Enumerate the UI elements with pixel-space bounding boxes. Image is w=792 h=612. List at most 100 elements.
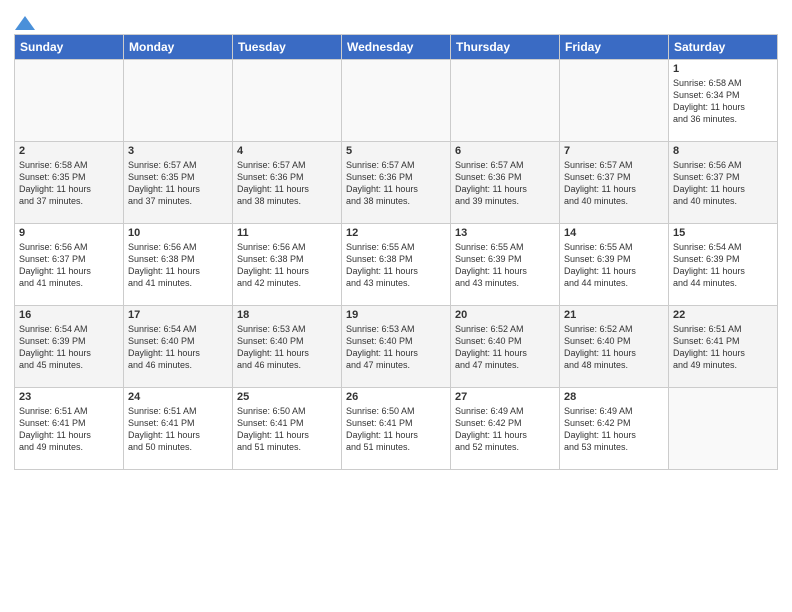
day-info: Sunrise: 6:56 AM Sunset: 6:38 PM Dayligh… [128, 241, 228, 290]
day-number: 25 [237, 391, 337, 403]
day-number: 26 [346, 391, 446, 403]
day-cell [451, 60, 560, 142]
week-row-1: 2Sunrise: 6:58 AM Sunset: 6:35 PM Daylig… [15, 142, 778, 224]
day-number: 22 [673, 309, 773, 321]
day-cell: 3 Sunrise: 6:57 AM Sunset: 6:35 PM Daylig… [124, 142, 233, 224]
day-cell: 4 Sunrise: 6:57 AM Sunset: 6:36 PM Daylig… [233, 142, 342, 224]
week-row-0: 1Sunrise: 6:58 AM Sunset: 6:34 PM Daylig… [15, 60, 778, 142]
day-cell [233, 60, 342, 142]
day-cell: 8Sunrise: 6:56 AM Sunset: 6:37 PM Daylig… [669, 142, 778, 224]
day-cell: 19 Sunrise: 6:53 AM Sunset: 6:40 PM Dayli… [342, 306, 451, 388]
weekday-monday: Monday [124, 35, 233, 60]
day-number: 7 [564, 145, 664, 157]
day-number: 6 [455, 145, 555, 157]
day-info: Sunrise: 6:57 AM Sunset: 6:35 PM Dayligh… [128, 159, 228, 208]
day-info: Sunrise: 6:49 AM Sunset: 6:42 PM Dayligh… [564, 405, 664, 454]
day-cell: 13 Sunrise: 6:55 AM Sunset: 6:39 PM Dayli… [451, 224, 560, 306]
day-info: Sunrise: 6:58 AM Sunset: 6:35 PM Dayligh… [19, 159, 119, 208]
day-cell: 15Sunrise: 6:54 AM Sunset: 6:39 PM Dayli… [669, 224, 778, 306]
day-cell: 14Sunrise: 6:55 AM Sunset: 6:39 PM Dayli… [560, 224, 669, 306]
day-number: 27 [455, 391, 555, 403]
day-number: 19 [346, 309, 446, 321]
day-cell: 17 Sunrise: 6:54 AM Sunset: 6:40 PM Dayli… [124, 306, 233, 388]
day-number: 9 [19, 227, 119, 239]
day-info: Sunrise: 6:55 AM Sunset: 6:39 PM Dayligh… [564, 241, 664, 290]
day-info: Sunrise: 6:56 AM Sunset: 6:37 PM Dayligh… [19, 241, 119, 290]
day-cell: 1Sunrise: 6:58 AM Sunset: 6:34 PM Daylig… [669, 60, 778, 142]
day-number: 3 [128, 145, 228, 157]
day-number: 12 [346, 227, 446, 239]
day-cell: 20 Sunrise: 6:52 AM Sunset: 6:40 PM Dayli… [451, 306, 560, 388]
day-info: Sunrise: 6:56 AM Sunset: 6:38 PM Dayligh… [237, 241, 337, 290]
day-number: 23 [19, 391, 119, 403]
weekday-sunday: Sunday [15, 35, 124, 60]
day-info: Sunrise: 6:50 AM Sunset: 6:41 PM Dayligh… [346, 405, 446, 454]
day-cell: 23 Sunrise: 6:51 AM Sunset: 6:41 PM Dayli… [15, 388, 124, 470]
day-info: Sunrise: 6:51 AM Sunset: 6:41 PM Dayligh… [128, 405, 228, 454]
day-info: Sunrise: 6:51 AM Sunset: 6:41 PM Dayligh… [673, 323, 773, 372]
day-cell: 24 Sunrise: 6:51 AM Sunset: 6:41 PM Dayli… [124, 388, 233, 470]
day-number: 16 [19, 309, 119, 321]
day-cell: 18 Sunrise: 6:53 AM Sunset: 6:40 PM Dayli… [233, 306, 342, 388]
day-number: 17 [128, 309, 228, 321]
day-cell [669, 388, 778, 470]
day-cell: 27 Sunrise: 6:49 AM Sunset: 6:42 PM Dayli… [451, 388, 560, 470]
day-cell: 22 Sunrise: 6:51 AM Sunset: 6:41 PM Dayli… [669, 306, 778, 388]
weekday-wednesday: Wednesday [342, 35, 451, 60]
logo [14, 14, 36, 28]
day-cell [560, 60, 669, 142]
week-row-2: 9 Sunrise: 6:56 AM Sunset: 6:37 PM Daylig… [15, 224, 778, 306]
day-info: Sunrise: 6:57 AM Sunset: 6:36 PM Dayligh… [346, 159, 446, 208]
day-number: 13 [455, 227, 555, 239]
day-cell: 26 Sunrise: 6:50 AM Sunset: 6:41 PM Dayli… [342, 388, 451, 470]
day-info: Sunrise: 6:53 AM Sunset: 6:40 PM Dayligh… [237, 323, 337, 372]
day-cell: 2Sunrise: 6:58 AM Sunset: 6:35 PM Daylig… [15, 142, 124, 224]
day-cell: 11 Sunrise: 6:56 AM Sunset: 6:38 PM Dayli… [233, 224, 342, 306]
day-number: 28 [564, 391, 664, 403]
day-number: 15 [673, 227, 773, 239]
day-number: 11 [237, 227, 337, 239]
weekday-thursday: Thursday [451, 35, 560, 60]
day-info: Sunrise: 6:53 AM Sunset: 6:40 PM Dayligh… [346, 323, 446, 372]
week-row-4: 23 Sunrise: 6:51 AM Sunset: 6:41 PM Dayli… [15, 388, 778, 470]
day-info: Sunrise: 6:55 AM Sunset: 6:39 PM Dayligh… [455, 241, 555, 290]
day-cell: 10 Sunrise: 6:56 AM Sunset: 6:38 PM Dayli… [124, 224, 233, 306]
day-info: Sunrise: 6:52 AM Sunset: 6:40 PM Dayligh… [564, 323, 664, 372]
day-cell: 9 Sunrise: 6:56 AM Sunset: 6:37 PM Daylig… [15, 224, 124, 306]
day-info: Sunrise: 6:58 AM Sunset: 6:34 PM Dayligh… [673, 77, 773, 126]
day-info: Sunrise: 6:55 AM Sunset: 6:38 PM Dayligh… [346, 241, 446, 290]
day-cell [15, 60, 124, 142]
day-cell [124, 60, 233, 142]
weekday-friday: Friday [560, 35, 669, 60]
day-cell [342, 60, 451, 142]
week-row-3: 16 Sunrise: 6:54 AM Sunset: 6:39 PM Dayli… [15, 306, 778, 388]
day-cell: 5Sunrise: 6:57 AM Sunset: 6:36 PM Daylig… [342, 142, 451, 224]
logo-triangle-icon [15, 14, 35, 32]
calendar-table: Sunday Monday Tuesday Wednesday Thursday… [14, 34, 778, 470]
weekday-tuesday: Tuesday [233, 35, 342, 60]
day-info: Sunrise: 6:50 AM Sunset: 6:41 PM Dayligh… [237, 405, 337, 454]
day-info: Sunrise: 6:54 AM Sunset: 6:40 PM Dayligh… [128, 323, 228, 372]
header [14, 10, 778, 28]
day-info: Sunrise: 6:57 AM Sunset: 6:36 PM Dayligh… [237, 159, 337, 208]
weekday-header-row: Sunday Monday Tuesday Wednesday Thursday… [15, 35, 778, 60]
day-info: Sunrise: 6:49 AM Sunset: 6:42 PM Dayligh… [455, 405, 555, 454]
day-cell: 12 Sunrise: 6:55 AM Sunset: 6:38 PM Dayli… [342, 224, 451, 306]
day-number: 24 [128, 391, 228, 403]
weekday-saturday: Saturday [669, 35, 778, 60]
day-info: Sunrise: 6:57 AM Sunset: 6:37 PM Dayligh… [564, 159, 664, 208]
day-number: 20 [455, 309, 555, 321]
day-info: Sunrise: 6:54 AM Sunset: 6:39 PM Dayligh… [19, 323, 119, 372]
day-info: Sunrise: 6:52 AM Sunset: 6:40 PM Dayligh… [455, 323, 555, 372]
page: Sunday Monday Tuesday Wednesday Thursday… [0, 0, 792, 612]
day-number: 21 [564, 309, 664, 321]
day-cell: 21 Sunrise: 6:52 AM Sunset: 6:40 PM Dayli… [560, 306, 669, 388]
day-number: 18 [237, 309, 337, 321]
day-info: Sunrise: 6:51 AM Sunset: 6:41 PM Dayligh… [19, 405, 119, 454]
day-cell: 28 Sunrise: 6:49 AM Sunset: 6:42 PM Dayli… [560, 388, 669, 470]
day-cell: 25 Sunrise: 6:50 AM Sunset: 6:41 PM Dayli… [233, 388, 342, 470]
day-number: 10 [128, 227, 228, 239]
day-info: Sunrise: 6:57 AM Sunset: 6:36 PM Dayligh… [455, 159, 555, 208]
day-number: 8 [673, 145, 773, 157]
day-number: 4 [237, 145, 337, 157]
